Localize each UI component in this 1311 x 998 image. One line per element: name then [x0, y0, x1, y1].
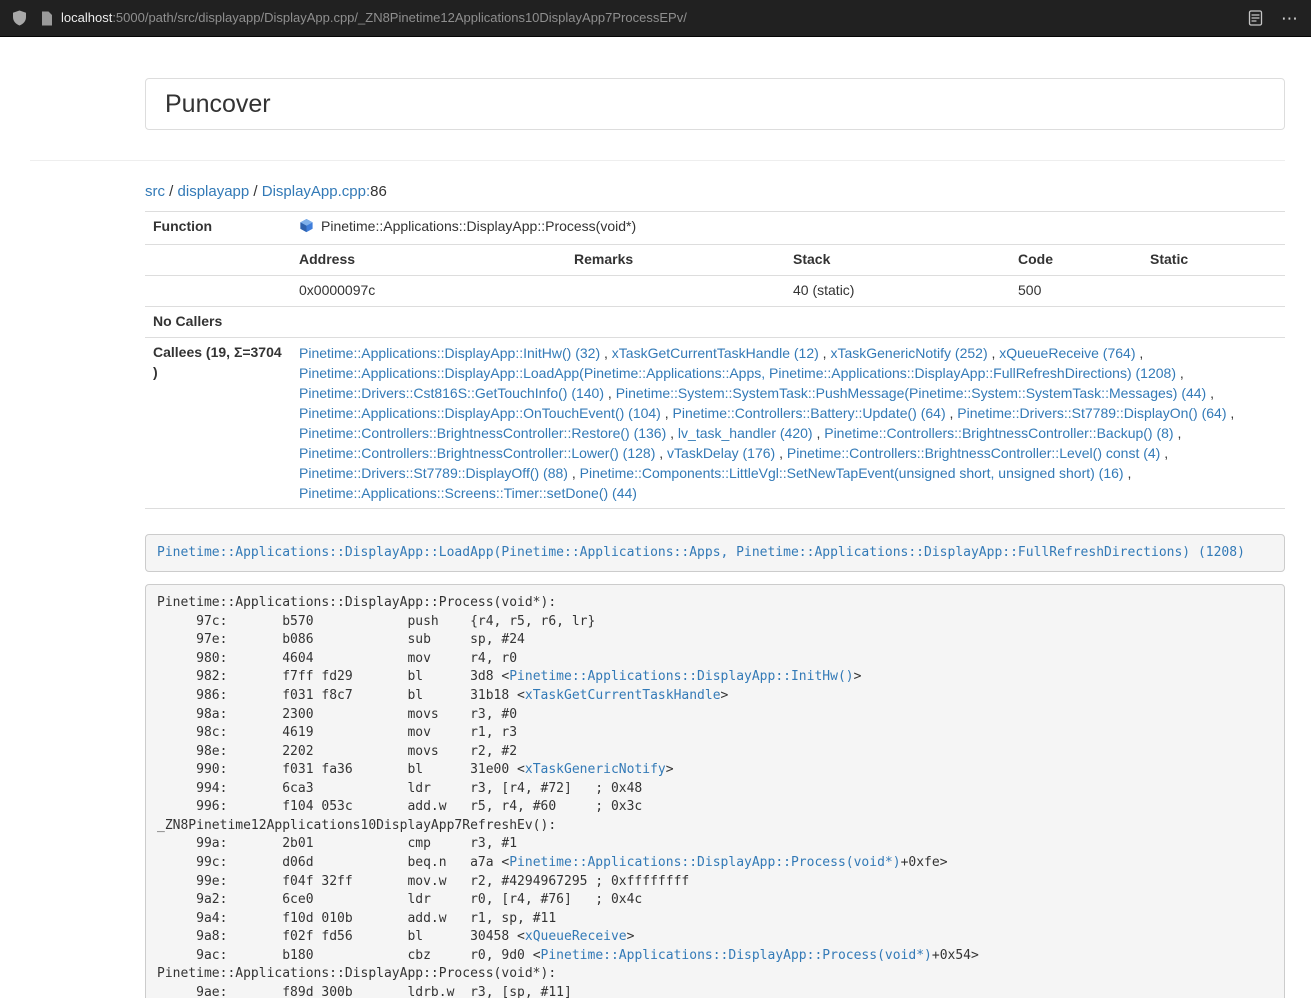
disassembly-symbol-link[interactable]: Pinetime::Applications::DisplayApp::Init… [509, 669, 853, 684]
no-callers-cell [291, 306, 1285, 337]
callee-link[interactable]: Pinetime::Controllers::BrightnessControl… [299, 445, 655, 461]
callee-link[interactable]: Pinetime::Controllers::Battery::Update()… [673, 405, 946, 421]
callee-link[interactable]: xTaskGenericNotify (252) [830, 345, 987, 361]
callee-link[interactable]: Pinetime::Components::LittleVgl::SetNewT… [580, 465, 1124, 481]
col-header-stack: Stack [785, 244, 1010, 275]
function-icon [299, 218, 314, 239]
function-label: Function [145, 211, 291, 244]
url-host: localhost [61, 10, 112, 25]
column-header-row: Address Remarks Stack Code Static [145, 244, 1285, 275]
divider [30, 160, 1285, 161]
no-callers-row: No Callers [145, 306, 1285, 337]
menu-ellipsis-icon[interactable]: ⋯ [1281, 10, 1299, 27]
breadcrumb: src / displayapp / DisplayApp.cpp:86 [145, 181, 1285, 202]
disassembly-symbol-link[interactable]: xTaskGetCurrentTaskHandle [525, 688, 721, 703]
callee-link[interactable]: Pinetime::Drivers::Cst816S::GetTouchInfo… [299, 385, 604, 401]
function-name: Pinetime::Applications::DisplayApp::Proc… [321, 218, 636, 234]
col-header-address: Address [291, 244, 566, 275]
col-header-code: Code [1010, 244, 1142, 275]
static-value [1142, 275, 1285, 306]
empty-label-cell [145, 244, 291, 275]
callees-row: Callees (19, Σ=3704 ) Pinetime::Applicat… [145, 337, 1285, 508]
callees-list: Pinetime::Applications::DisplayApp::Init… [291, 337, 1285, 508]
callee-link[interactable]: xTaskGetCurrentTaskHandle (12) [612, 345, 819, 361]
callee-link[interactable]: Pinetime::Drivers::St7789::DisplayOff() … [299, 465, 568, 481]
callee-link[interactable]: Pinetime::Drivers::St7789::DisplayOn() (… [957, 405, 1226, 421]
shield-icon[interactable] [12, 10, 27, 26]
highlighted-symbol-link[interactable]: Pinetime::Applications::DisplayApp::Load… [157, 545, 1245, 560]
browser-chrome: localhost:5000/path/src/displayapp/Displ… [0, 0, 1311, 37]
url-bar[interactable]: localhost:5000/path/src/displayapp/Displ… [41, 9, 1234, 28]
values-row: 0x0000097c 40 (static) 500 [145, 275, 1285, 306]
disassembly-symbol-link[interactable]: xQueueReceive [525, 929, 627, 944]
callee-link[interactable]: xQueueReceive (764) [999, 345, 1135, 361]
function-row: Function Pinetime::Applications::Display… [145, 211, 1285, 244]
callee-link[interactable]: Pinetime::Controllers::BrightnessControl… [299, 425, 666, 441]
col-header-static: Static [1142, 244, 1285, 275]
callee-link[interactable]: Pinetime::Applications::DisplayApp::OnTo… [299, 405, 661, 421]
page-title: Puncover [165, 91, 1265, 117]
disassembly-symbol-link[interactable]: Pinetime::Applications::DisplayApp::Proc… [541, 948, 932, 963]
reader-mode-icon[interactable] [1248, 10, 1263, 26]
highlighted-symbol-box: Pinetime::Applications::DisplayApp::Load… [145, 534, 1285, 573]
remarks-value [566, 275, 785, 306]
no-callers-label: No Callers [145, 306, 291, 337]
disassembly-symbol-link[interactable]: xTaskGenericNotify [525, 762, 666, 777]
stack-value: 40 (static) [785, 275, 1010, 306]
url-text: localhost:5000/path/src/displayapp/Displ… [61, 9, 687, 28]
callee-link[interactable]: Pinetime::Controllers::BrightnessControl… [787, 445, 1160, 461]
callee-link[interactable]: vTaskDelay (176) [667, 445, 775, 461]
callee-link[interactable]: Pinetime::System::SystemTask::PushMessag… [616, 385, 1207, 401]
page-title-panel: Puncover [145, 78, 1285, 130]
callee-link[interactable]: lv_task_handler (420) [678, 425, 813, 441]
callee-link[interactable]: Pinetime::Applications::DisplayApp::Load… [299, 365, 1176, 381]
callee-link[interactable]: Pinetime::Applications::Screens::Timer::… [299, 485, 637, 501]
callee-link[interactable]: Pinetime::Controllers::BrightnessControl… [824, 425, 1173, 441]
breadcrumb-link[interactable]: DisplayApp.cpp: [262, 183, 370, 200]
chrome-actions: ⋯ [1248, 10, 1299, 27]
disassembly-code: Pinetime::Applications::DisplayApp::Proc… [145, 584, 1285, 998]
address-value: 0x0000097c [291, 275, 566, 306]
empty-label-cell [145, 275, 291, 306]
function-name-cell: Pinetime::Applications::DisplayApp::Proc… [291, 211, 1285, 244]
callee-link[interactable]: Pinetime::Applications::DisplayApp::Init… [299, 345, 600, 361]
col-header-remarks: Remarks [566, 244, 785, 275]
callees-label: Callees (19, Σ=3704 ) [145, 337, 291, 508]
breadcrumb-link[interactable]: displayapp [178, 183, 250, 200]
code-value: 500 [1010, 275, 1142, 306]
disassembly-symbol-link[interactable]: Pinetime::Applications::DisplayApp::Proc… [509, 855, 900, 870]
page-icon [41, 11, 53, 26]
symbol-table: Function Pinetime::Applications::Display… [145, 211, 1285, 509]
url-path: :5000/path/src/displayapp/DisplayApp.cpp… [112, 10, 687, 25]
breadcrumb-link[interactable]: src [145, 183, 165, 200]
page-container: Puncover src / displayapp / DisplayApp.c… [0, 78, 1311, 998]
